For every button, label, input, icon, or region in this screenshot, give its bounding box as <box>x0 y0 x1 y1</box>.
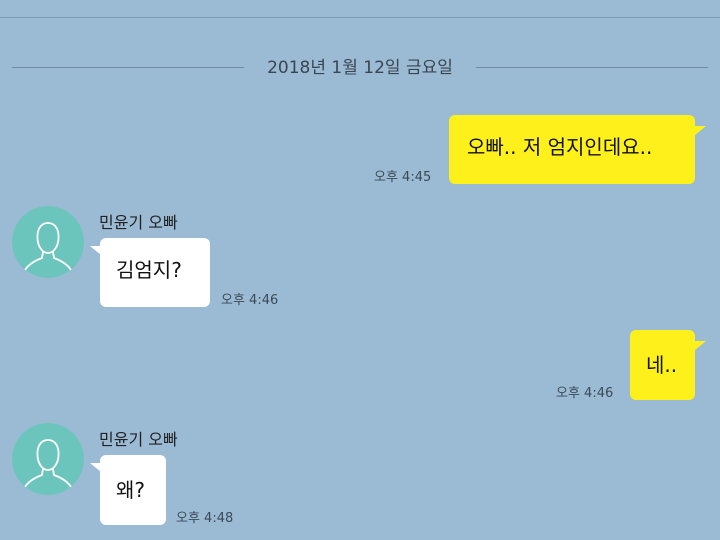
bubble-tail <box>695 126 706 135</box>
sender-name: 민윤기 오빠 <box>99 430 178 449</box>
message-text: 김엄지? <box>116 258 182 282</box>
message-time: 오후 4:45 <box>374 170 432 185</box>
message-text: 네.. <box>646 353 678 377</box>
date-separator-line-right <box>476 67 708 68</box>
incoming-message-bubble[interactable]: 김엄지? <box>100 238 210 307</box>
message-text: 왜? <box>116 478 146 502</box>
top-divider <box>0 17 720 18</box>
sender-name: 민윤기 오빠 <box>99 213 178 232</box>
date-separator-line-left <box>12 67 244 68</box>
message-time: 오후 4:46 <box>221 293 279 308</box>
message-time: 오후 4:48 <box>176 511 234 526</box>
message-text: 오빠.. 저 엄지인데요.. <box>467 135 653 159</box>
date-separator-text: 2018년 1월 12일 금요일 <box>267 58 453 78</box>
avatar[interactable] <box>12 206 84 278</box>
avatar[interactable] <box>12 423 84 495</box>
incoming-message-bubble[interactable]: 왜? <box>100 455 166 525</box>
bubble-tail <box>695 341 706 350</box>
outgoing-message-bubble[interactable]: 네.. <box>630 330 695 400</box>
person-silhouette-icon <box>24 439 72 488</box>
message-time: 오후 4:46 <box>556 386 614 401</box>
person-silhouette-icon <box>24 222 72 271</box>
outgoing-message-bubble[interactable]: 오빠.. 저 엄지인데요.. <box>449 115 695 184</box>
date-separator: 2018년 1월 12일 금요일 <box>0 54 720 82</box>
